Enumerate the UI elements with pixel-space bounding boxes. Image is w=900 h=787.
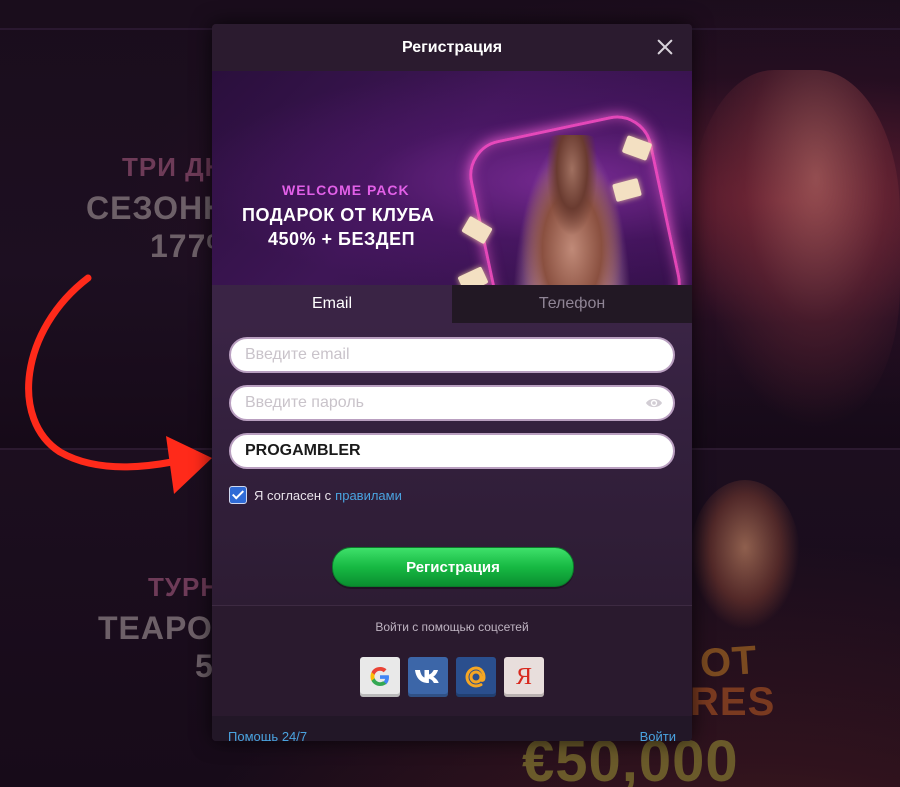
- banner-model-image: [512, 135, 632, 285]
- eye-icon[interactable]: [645, 396, 663, 410]
- social-login-caption: Войти с помощью соцсетей: [375, 620, 529, 634]
- agree-checkbox[interactable]: [229, 486, 247, 504]
- registration-modal: Регистрация WELCOME PACK ПОДАРОК ОТ КЛУБ…: [212, 24, 692, 741]
- promo-code-input[interactable]: [243, 441, 673, 461]
- email-input[interactable]: [243, 345, 673, 365]
- password-input[interactable]: [243, 393, 673, 413]
- registration-tabs: Email Телефон: [212, 285, 692, 323]
- agree-label: Я согласен с: [254, 487, 332, 503]
- promo-field-wrapper: [229, 433, 675, 469]
- close-icon[interactable]: [654, 36, 676, 58]
- banner-eyebrow: WELCOME PACK: [282, 182, 410, 198]
- vk-login-button[interactable]: [408, 657, 448, 697]
- agree-row: Я согласен с правилами: [229, 481, 675, 509]
- tab-email[interactable]: Email: [212, 285, 452, 323]
- yandex-icon: Я: [515, 663, 532, 690]
- help-link[interactable]: Помощь 24/7: [228, 729, 307, 742]
- banknote-decoration: [457, 266, 489, 285]
- modal-footer: Помощь 24/7 Войти: [212, 716, 692, 741]
- background-slot-title-line2: RES: [690, 680, 776, 724]
- background-promo2-line3: 5: [195, 648, 214, 684]
- tab-phone[interactable]: Телефон: [452, 285, 692, 323]
- login-link[interactable]: Войти: [640, 729, 676, 742]
- register-button[interactable]: Регистрация: [332, 547, 574, 587]
- registration-form: Я согласен с правилами Регистрация: [212, 323, 692, 605]
- modal-header: Регистрация: [212, 24, 692, 71]
- yandex-login-button[interactable]: Я: [504, 657, 544, 697]
- banner-title: ПОДАРОК ОТ КЛУБА: [242, 205, 435, 225]
- background-woman-image: [690, 70, 900, 430]
- mail-ru-login-button[interactable]: [456, 657, 496, 697]
- background-promo2-line1: ТУРН: [148, 572, 221, 602]
- red-arrow-head: [166, 436, 212, 494]
- vk-icon: [415, 670, 439, 683]
- modal-title: Регистрация: [401, 38, 503, 56]
- email-field-wrapper: [229, 337, 675, 373]
- password-field-wrapper: [229, 385, 675, 421]
- background-granny-image: [690, 480, 800, 630]
- google-login-button[interactable]: [360, 657, 400, 697]
- social-buttons: Я: [360, 657, 544, 697]
- mail-ru-icon: [465, 666, 486, 688]
- red-arrow-shaft: [25, 274, 176, 471]
- banner-subtitle: 450% + БЕЗДЕП: [268, 229, 416, 249]
- social-login-section: Войти с помощью соцсетей Я: [212, 606, 692, 716]
- red-arrow-annotation: [25, 274, 212, 494]
- rules-link[interactable]: правилами: [335, 488, 402, 503]
- google-icon: [370, 667, 389, 686]
- welcome-banner: WELCOME PACK ПОДАРОК ОТ КЛУБА 450% + БЕЗ…: [212, 71, 692, 285]
